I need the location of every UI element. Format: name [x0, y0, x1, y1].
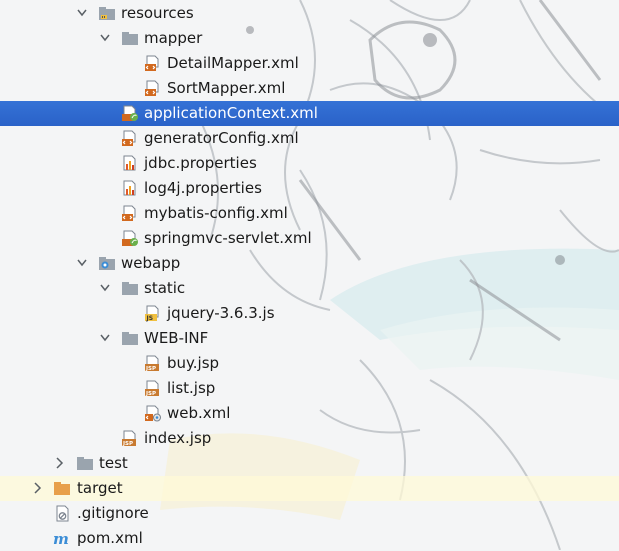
properties-file-icon — [123, 155, 136, 171]
tree-node-gitignore[interactable]: .gitignore — [0, 501, 619, 526]
chevron-right-icon[interactable] — [31, 481, 43, 495]
tree-node-applicationcontext-xml[interactable]: applicationContext.xml — [0, 101, 619, 126]
svg-text:JS: JS — [146, 315, 154, 322]
excluded-folder-icon — [54, 482, 70, 495]
jsp-file-icon: JSP — [122, 430, 136, 447]
folder-icon — [122, 282, 138, 295]
tree-node-label: jquery-3.6.3.js — [167, 304, 275, 322]
spring-xml-file-icon — [122, 230, 138, 246]
tree-node-springmvc-servlet-xml[interactable]: springmvc-servlet.xml — [0, 226, 619, 251]
xml-file-icon — [145, 55, 159, 71]
svg-text:JSP: JSP — [145, 366, 156, 372]
tree-node-label: webapp — [121, 254, 181, 272]
xml-file-icon — [122, 205, 136, 221]
web-xml-file-icon — [145, 405, 161, 422]
xml-file-icon — [122, 130, 136, 146]
chevron-down-icon[interactable] — [99, 281, 111, 295]
tree-node-label: static — [144, 279, 186, 297]
tree-node-label: generatorConfig.xml — [144, 129, 299, 147]
xml-file-icon — [145, 80, 159, 96]
chevron-down-icon[interactable] — [99, 31, 111, 45]
tree-node-web-inf[interactable]: WEB-INF — [0, 326, 619, 351]
properties-file-icon — [123, 180, 136, 196]
folder-icon — [122, 332, 138, 345]
jsp-file-icon: JSP — [145, 380, 159, 397]
tree-node-label: jdbc.properties — [144, 154, 257, 172]
tree-node-label: mybatis-config.xml — [144, 204, 288, 222]
folder-icon — [122, 32, 138, 45]
tree-node-pom-xml[interactable]: m pom.xml — [0, 526, 619, 551]
tree-node-label: DetailMapper.xml — [167, 54, 299, 72]
tree-node-label: resources — [121, 4, 194, 22]
tree-node-label: pom.xml — [77, 529, 143, 547]
gitignore-file-icon — [56, 505, 69, 522]
tree-node-label: .gitignore — [77, 504, 149, 522]
svg-text:m: m — [53, 530, 69, 547]
tree-node-label: web.xml — [167, 404, 231, 422]
chevron-down-icon[interactable] — [76, 6, 88, 20]
tree-node-index-jsp[interactable]: JSP index.jsp — [0, 426, 619, 451]
tree-node-label: WEB-INF — [144, 329, 209, 347]
tree-node-static[interactable]: static — [0, 276, 619, 301]
js-file-icon: JS — [145, 305, 159, 322]
tree-node-buy-jsp[interactable]: JSP buy.jsp — [0, 351, 619, 376]
tree-node-test[interactable]: test — [0, 451, 619, 476]
tree-node-label: log4j.properties — [144, 179, 262, 197]
folder-resources-icon — [99, 7, 115, 20]
svg-text:JSP: JSP — [145, 391, 156, 397]
tree-node-detailmapper-xml[interactable]: DetailMapper.xml — [0, 51, 619, 76]
jsp-file-icon: JSP — [145, 355, 159, 372]
tree-node-mapper[interactable]: mapper — [0, 26, 619, 51]
chevron-down-icon[interactable] — [99, 331, 111, 345]
tree-node-label: index.jsp — [144, 429, 212, 447]
web-folder-icon — [99, 257, 115, 270]
tree-node-web-xml[interactable]: web.xml — [0, 401, 619, 426]
tree-node-label: mapper — [144, 29, 203, 47]
tree-node-jdbc-properties[interactable]: jdbc.properties — [0, 151, 619, 176]
tree-node-label: SortMapper.xml — [167, 79, 286, 97]
tree-node-label: target — [77, 479, 123, 497]
tree-node-generatorconfig-xml[interactable]: generatorConfig.xml — [0, 126, 619, 151]
tree-node-label: applicationContext.xml — [144, 104, 318, 122]
tree-node-jquery-js[interactable]: JS jquery-3.6.3.js — [0, 301, 619, 326]
tree-node-log4j-properties[interactable]: log4j.properties — [0, 176, 619, 201]
tree-node-resources[interactable]: resources — [0, 1, 619, 26]
chevron-down-icon[interactable] — [76, 256, 88, 270]
svg-text:JSP: JSP — [122, 441, 133, 447]
spring-xml-file-icon — [122, 105, 138, 121]
folder-icon — [77, 457, 93, 470]
tree-node-mybatis-config-xml[interactable]: mybatis-config.xml — [0, 201, 619, 226]
tree-node-target[interactable]: target — [0, 476, 619, 501]
tree-node-label: buy.jsp — [167, 354, 220, 372]
tree-node-label: test — [99, 454, 128, 472]
tree-node-list-jsp[interactable]: JSP list.jsp — [0, 376, 619, 401]
tree-node-label: springmvc-servlet.xml — [144, 229, 312, 247]
tree-node-webapp[interactable]: webapp — [0, 251, 619, 276]
maven-icon: m — [53, 530, 69, 547]
tree-node-label: list.jsp — [167, 379, 216, 397]
tree-node-sortmapper-xml[interactable]: SortMapper.xml — [0, 76, 619, 101]
chevron-right-icon[interactable] — [53, 456, 65, 470]
